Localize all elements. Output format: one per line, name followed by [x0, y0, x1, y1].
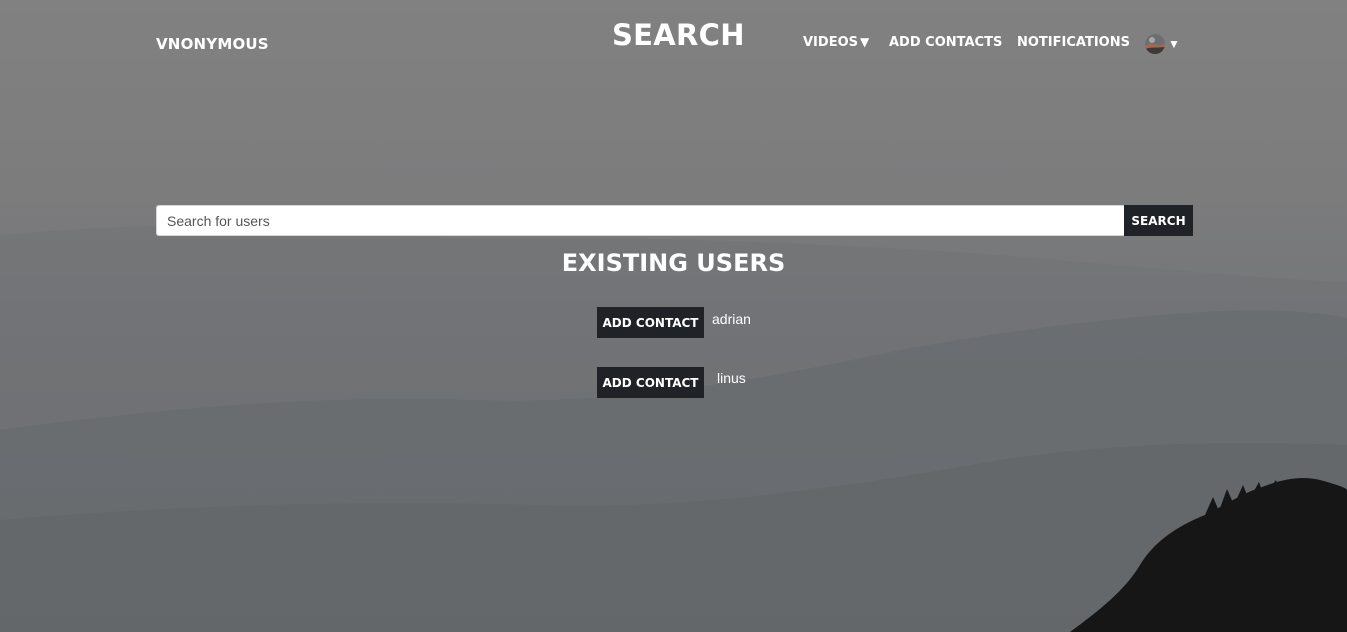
nav-add-contacts[interactable]: ADD CONTACTS: [889, 35, 1002, 50]
chevron-down-icon: ▼: [1168, 37, 1180, 51]
add-contact-button[interactable]: ADD CONTACT: [597, 307, 704, 338]
existing-users-heading: EXISTING USERS: [561, 249, 786, 277]
brand-logo[interactable]: VNONYMOUS: [156, 35, 269, 53]
chevron-down-icon: ▼: [859, 35, 870, 49]
profile-dropdown[interactable]: ▼: [1145, 33, 1180, 55]
page-title: SEARCH: [612, 18, 745, 52]
username: linus: [717, 370, 746, 386]
top-navbar: VNONYMOUS SEARCH VIDEOS ▼ ADD CONTACTS NO…: [0, 0, 1347, 90]
username: adrian: [712, 311, 751, 327]
search-button[interactable]: SEARCH: [1124, 205, 1193, 236]
nav-videos-label: VIDEOS: [803, 35, 858, 50]
add-contact-button[interactable]: ADD CONTACT: [597, 367, 704, 398]
nav-videos-dropdown[interactable]: VIDEOS ▼: [803, 35, 869, 50]
search-input[interactable]: [156, 205, 1124, 236]
nav-notifications[interactable]: NOTIFICATIONS: [1017, 35, 1130, 50]
avatar: [1145, 34, 1165, 54]
search-bar: SEARCH: [156, 205, 1193, 236]
